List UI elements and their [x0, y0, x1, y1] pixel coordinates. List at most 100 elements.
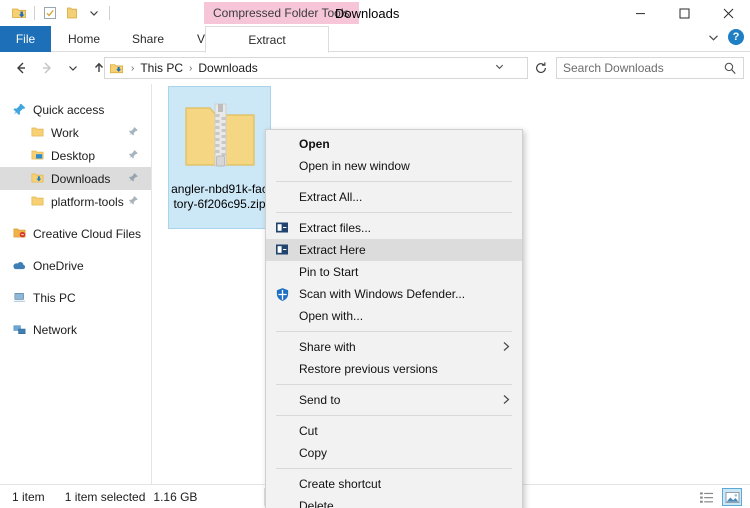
menu-separator — [276, 331, 512, 332]
sidebar-label: Network — [33, 323, 77, 337]
pin-to-quick-access-icon[interactable] — [8, 3, 30, 23]
sidebar-item-downloads[interactable]: Downloads — [0, 167, 151, 190]
extract-icon — [275, 243, 291, 258]
file-explorer-window: Compressed Folder Tools Downloads File — [0, 0, 750, 508]
ribbon-tab-bar: File Home Share View Extract ? — [0, 26, 750, 52]
menu-item-create-shortcut[interactable]: Create shortcut — [266, 473, 522, 495]
menu-item-label: Open — [299, 137, 330, 151]
sidebar-item-this-pc[interactable]: This PC — [0, 286, 151, 309]
close-button[interactable] — [706, 0, 750, 26]
sidebar-item-desktop[interactable]: Desktop — [0, 144, 151, 167]
menu-item-label: Send to — [299, 393, 340, 407]
sidebar-label: Quick access — [33, 103, 104, 117]
onedrive-icon — [12, 258, 27, 273]
sidebar-label: platform-tools — [51, 195, 124, 209]
tab-extract[interactable]: Extract — [205, 26, 329, 53]
sidebar-gap-3 — [0, 277, 151, 286]
tab-home[interactable]: Home — [56, 26, 112, 52]
refresh-button[interactable] — [531, 58, 551, 78]
menu-item-open-with[interactable]: Open with... — [266, 305, 522, 327]
menu-item-open-in-new-window[interactable]: Open in new window — [266, 155, 522, 177]
network-icon — [12, 322, 27, 337]
menu-separator — [276, 181, 512, 182]
sidebar-gap-4 — [0, 309, 151, 318]
status-selection: 1 item selected — [65, 490, 146, 504]
sidebar-label: OneDrive — [33, 259, 84, 273]
tab-file[interactable]: File — [0, 26, 51, 52]
large-icons-view-button[interactable] — [722, 488, 742, 506]
sidebar-item-work[interactable]: Work — [0, 121, 151, 144]
sidebar-label: Downloads — [51, 172, 110, 186]
forward-button[interactable] — [34, 55, 60, 81]
help-button[interactable]: ? — [728, 29, 744, 45]
menu-item-extract-all[interactable]: Extract All... — [266, 186, 522, 208]
pin-icon[interactable] — [128, 172, 139, 183]
breadcrumb-separator-0: › — [127, 63, 138, 74]
breadcrumb-item-this-pc[interactable]: This PC — [138, 61, 185, 75]
menu-item-label: Open in new window — [299, 159, 410, 173]
zip-folder-icon — [178, 94, 262, 178]
pin-icon — [12, 102, 27, 117]
sidebar-item-quick-access[interactable]: Quick access — [0, 98, 151, 121]
menu-item-copy[interactable]: Copy — [266, 442, 522, 464]
customize-dropdown-icon[interactable] — [83, 3, 105, 23]
menu-item-label: Copy — [299, 446, 327, 460]
menu-item-restore-previous-versions[interactable]: Restore previous versions — [266, 358, 522, 380]
title-bar: Compressed Folder Tools Downloads — [0, 0, 750, 26]
menu-separator — [276, 468, 512, 469]
breadcrumb[interactable]: › This PC › Downloads — [104, 57, 528, 79]
menu-item-label: Open with... — [299, 309, 363, 323]
search-input[interactable]: Search Downloads — [556, 57, 744, 79]
minimize-button[interactable] — [618, 0, 662, 26]
sidebar-item-platform-tools[interactable]: platform-tools — [0, 190, 151, 213]
details-view-button[interactable] — [696, 488, 716, 506]
menu-item-label: Pin to Start — [299, 265, 358, 279]
file-item[interactable]: angler-nbd91k-factory-6f206c95.zip — [168, 86, 271, 229]
search-icon[interactable] — [723, 61, 737, 75]
menu-item-extract-files[interactable]: Extract files... — [266, 217, 522, 239]
menu-item-label: Create shortcut — [299, 477, 381, 491]
ribbon-right-controls: ? — [707, 29, 744, 45]
pin-icon[interactable] — [128, 126, 139, 137]
pin-icon[interactable] — [128, 149, 139, 160]
maximize-button[interactable] — [662, 0, 706, 26]
window-controls — [618, 0, 750, 26]
breadcrumb-separator-1: › — [185, 63, 196, 74]
menu-item-extract-here[interactable]: Extract Here — [266, 239, 522, 261]
menu-separator — [276, 212, 512, 213]
chevron-right-icon — [500, 393, 512, 406]
sidebar-item-network[interactable]: Network — [0, 318, 151, 341]
tab-share[interactable]: Share — [120, 26, 176, 52]
menu-item-label: Restore previous versions — [299, 362, 438, 376]
sidebar-label: Desktop — [51, 149, 95, 163]
sidebar-item-creative-cloud-files[interactable]: Creative Cloud Files — [0, 222, 151, 245]
menu-item-share-with[interactable]: Share with — [266, 336, 522, 358]
menu-item-scan-with-windows-defender[interactable]: Scan with Windows Defender... — [266, 283, 522, 305]
qat-separator-2 — [109, 6, 110, 20]
menu-item-pin-to-start[interactable]: Pin to Start — [266, 261, 522, 283]
quick-access-toolbar — [8, 3, 114, 23]
status-text-group: 1 item 1 item selected 1.16 GB — [12, 485, 197, 508]
recent-locations-icon[interactable] — [60, 55, 86, 81]
menu-item-send-to[interactable]: Send to — [266, 389, 522, 411]
sidebar-item-onedrive[interactable]: OneDrive — [0, 254, 151, 277]
menu-item-label: Extract Here — [299, 243, 366, 257]
pin-icon[interactable] — [128, 195, 139, 206]
back-button[interactable] — [8, 55, 34, 81]
new-folder-icon[interactable] — [61, 3, 83, 23]
menu-item-delete[interactable]: Delete — [266, 495, 522, 508]
extract-icon — [275, 221, 291, 236]
sidebar-gap-1 — [0, 213, 151, 222]
breadcrumb-dropdown-icon[interactable] — [494, 61, 505, 72]
folder-icon — [30, 125, 45, 140]
menu-separator — [276, 415, 512, 416]
menu-item-open[interactable]: Open — [266, 133, 522, 155]
menu-item-cut[interactable]: Cut — [266, 420, 522, 442]
collapse-ribbon-icon[interactable] — [707, 31, 720, 44]
downloads-folder-icon — [30, 171, 45, 186]
status-item-count: 1 item — [12, 490, 45, 504]
view-toggle-group — [696, 488, 742, 506]
sidebar-label: Work — [51, 126, 79, 140]
properties-icon[interactable] — [39, 3, 61, 23]
breadcrumb-item-downloads[interactable]: Downloads — [196, 61, 259, 75]
